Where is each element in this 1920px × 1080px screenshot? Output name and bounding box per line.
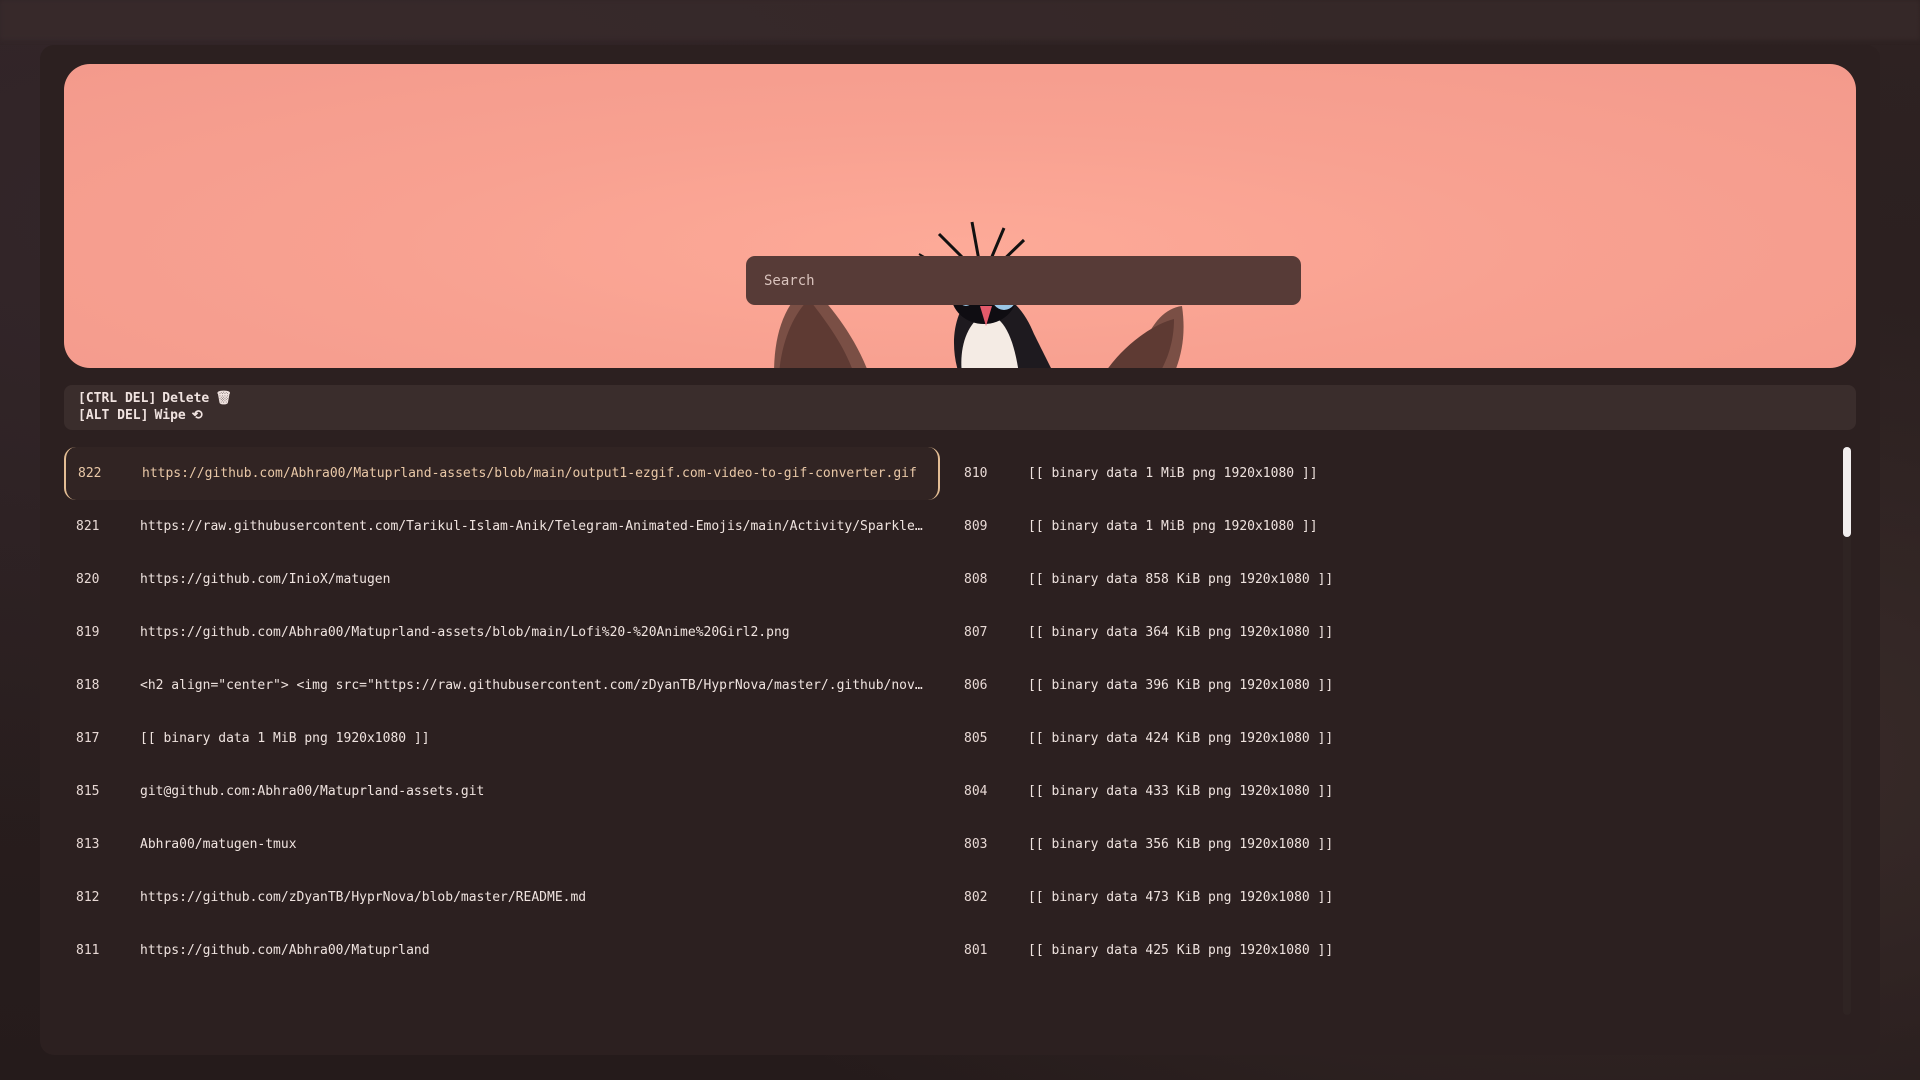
entry-text: https://github.com/InioX/matugen <box>140 572 391 587</box>
hint-delete: [CTRL DEL] Delete 🗑 <box>78 390 1842 407</box>
entry-text: [[ binary data 473 KiB png 1920x1080 ]] <box>1028 890 1334 905</box>
list-item[interactable]: 811 https://github.com/Abhra00/Matuprland <box>64 924 940 977</box>
list-item[interactable]: 819 https://github.com/Abhra00/Matuprland… <box>64 606 940 659</box>
list-item[interactable]: 807 [[ binary data 364 KiB png 1920x1080 … <box>952 606 1828 659</box>
entry-text: git@github.com:Abhra00/Matuprland-assets… <box>140 784 485 799</box>
hint-action: Delete <box>162 391 210 406</box>
list-item[interactable]: 822 https://github.com/Abhra00/Matuprland… <box>64 447 940 500</box>
search-box[interactable] <box>746 256 1301 305</box>
entry-text: [[ binary data 1 MiB png 1920x1080 ]] <box>1028 519 1318 534</box>
entry-id: 818 <box>76 678 100 693</box>
entry-text: Abhra00/matugen-tmux <box>140 837 297 852</box>
entry-text: [[ binary data 396 KiB png 1920x1080 ]] <box>1028 678 1334 693</box>
list-item[interactable]: 809 [[ binary data 1 MiB png 1920x1080 ]] <box>952 500 1828 553</box>
entry-id: 817 <box>76 731 100 746</box>
list-item[interactable]: 821 https://raw.githubusercontent.com/Tar… <box>64 500 940 553</box>
entry-text: [[ binary data 433 KiB png 1920x1080 ]] <box>1028 784 1334 799</box>
entry-text: [[ binary data 1 MiB png 1920x1080 ]] <box>1028 466 1318 481</box>
clipboard-list-left: 822 https://github.com/Abhra00/Matuprland… <box>64 447 940 977</box>
list-item[interactable]: 817 [[ binary data 1 MiB png 1920x1080 ]] <box>64 712 940 765</box>
entry-text: [[ binary data 364 KiB png 1920x1080 ]] <box>1028 625 1334 640</box>
entry-id: 806 <box>964 678 988 693</box>
entry-text: https://github.com/zDyanTB/HyprNova/blob… <box>140 890 587 905</box>
hint-keys: [ALT DEL] <box>78 408 149 423</box>
list-item[interactable]: 805 [[ binary data 424 KiB png 1920x1080 … <box>952 712 1828 765</box>
entry-text: [[ binary data 1 MiB png 1920x1080 ]] <box>140 731 430 746</box>
entry-id: 805 <box>964 731 988 746</box>
entry-id: 821 <box>76 519 100 534</box>
entry-text: https://raw.githubusercontent.com/Tariku… <box>140 519 926 534</box>
list-item[interactable]: 803 [[ binary data 356 KiB png 1920x1080 … <box>952 818 1828 871</box>
hint-action: Wipe <box>154 408 186 423</box>
entry-id: 809 <box>964 519 988 534</box>
entry-id: 812 <box>76 890 100 905</box>
list-item[interactable]: 818 <h2 align="center"> <img src="https:/… <box>64 659 940 712</box>
list-item[interactable]: 812 https://github.com/zDyanTB/HyprNova/b… <box>64 871 940 924</box>
entry-id: 804 <box>964 784 988 799</box>
list-item[interactable]: 820 https://github.com/InioX/matugen <box>64 553 940 606</box>
entry-text: https://github.com/Abhra00/Matuprland-as… <box>140 625 790 640</box>
list-item[interactable]: 808 [[ binary data 858 KiB png 1920x1080 … <box>952 553 1828 606</box>
list-item[interactable]: 806 [[ binary data 396 KiB png 1920x1080 … <box>952 659 1828 712</box>
clipboard-list-right: 810 [[ binary data 1 MiB png 1920x1080 ]]… <box>952 447 1828 977</box>
entry-id: 802 <box>964 890 988 905</box>
entry-text: <h2 align="center"> <img src="https://ra… <box>140 678 926 693</box>
header-banner <box>64 64 1856 368</box>
list-item[interactable]: 804 [[ binary data 433 KiB png 1920x1080 … <box>952 765 1828 818</box>
keybind-hints: [CTRL DEL] Delete 🗑 [ALT DEL] Wipe ⟲ <box>64 385 1856 430</box>
hint-wipe: [ALT DEL] Wipe ⟲ <box>78 407 1842 424</box>
entry-id: 810 <box>964 466 988 481</box>
entry-id: 803 <box>964 837 988 852</box>
broom-icon: ⟲ <box>191 408 203 423</box>
list-item[interactable]: 810 [[ binary data 1 MiB png 1920x1080 ]] <box>952 447 1828 500</box>
entry-id: 822 <box>78 466 102 481</box>
entry-text: https://github.com/Abhra00/Matuprland <box>140 943 430 958</box>
scrollbar-thumb[interactable] <box>1843 447 1851 537</box>
entry-text: [[ binary data 424 KiB png 1920x1080 ]] <box>1028 731 1334 746</box>
entry-id: 813 <box>76 837 100 852</box>
search-input[interactable] <box>762 271 1285 290</box>
entry-id: 807 <box>964 625 988 640</box>
trash-icon: 🗑 <box>215 391 232 406</box>
list-item[interactable]: 802 [[ binary data 473 KiB png 1920x1080 … <box>952 871 1828 924</box>
entry-text: https://github.com/Abhra00/Matuprland-as… <box>142 466 917 481</box>
entry-id: 815 <box>76 784 100 799</box>
list-item[interactable]: 815 git@github.com:Abhra00/Matuprland-ass… <box>64 765 940 818</box>
list-item[interactable]: 801 [[ binary data 425 KiB png 1920x1080 … <box>952 924 1828 977</box>
entry-text: [[ binary data 356 KiB png 1920x1080 ]] <box>1028 837 1334 852</box>
list-item[interactable]: 813 Abhra00/matugen-tmux <box>64 818 940 871</box>
entry-id: 820 <box>76 572 100 587</box>
blurred-top-bar <box>0 0 1920 40</box>
entry-text: [[ binary data 858 KiB png 1920x1080 ]] <box>1028 572 1334 587</box>
entry-text: [[ binary data 425 KiB png 1920x1080 ]] <box>1028 943 1334 958</box>
entry-id: 819 <box>76 625 100 640</box>
entry-id: 808 <box>964 572 988 587</box>
entry-id: 801 <box>964 943 988 958</box>
hint-keys: [CTRL DEL] <box>78 391 157 406</box>
scrollbar[interactable] <box>1843 447 1851 1015</box>
entry-id: 811 <box>76 943 100 958</box>
